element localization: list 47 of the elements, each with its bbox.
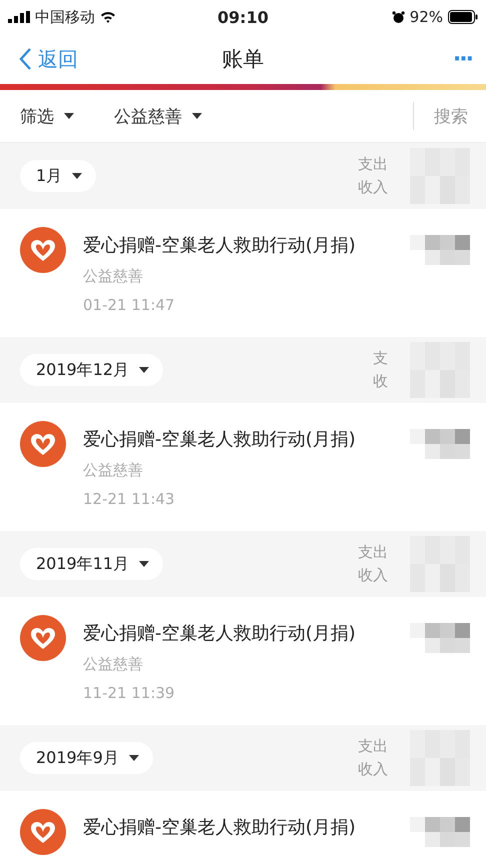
transaction-title: 爱心捐赠-空巢老人救助行动(月捐) bbox=[83, 622, 356, 646]
dropdown-caret-icon bbox=[192, 113, 202, 119]
alarm-icon bbox=[392, 10, 405, 24]
battery-icon bbox=[448, 10, 478, 24]
status-time: 09:10 bbox=[218, 8, 268, 26]
pixelated-redaction bbox=[410, 817, 470, 847]
pixelated-redaction bbox=[410, 429, 470, 459]
heart-logo-icon bbox=[20, 227, 66, 273]
battery-percent: 92% bbox=[410, 8, 443, 26]
wifi-icon bbox=[100, 11, 116, 23]
heart-logo-icon bbox=[20, 421, 66, 467]
pixelated-redaction bbox=[410, 235, 470, 265]
filter-dropdown[interactable]: 筛选 bbox=[20, 104, 74, 128]
expense-label: 支 bbox=[373, 348, 388, 369]
month-picker[interactable]: 2019年12月 bbox=[20, 354, 164, 386]
income-label: 收入 bbox=[358, 565, 388, 586]
month-picker[interactable]: 1月 bbox=[20, 160, 96, 192]
dropdown-caret-icon bbox=[128, 755, 139, 761]
transaction-title: 爱心捐赠-空巢老人救助行动(月捐) bbox=[83, 234, 356, 258]
month-picker[interactable]: 2019年11月 bbox=[20, 548, 164, 580]
transaction-title: 爱心捐赠-空巢老人救助行动(月捐) bbox=[83, 816, 356, 840]
pixelated-redaction bbox=[410, 623, 470, 653]
page-title: 账单 bbox=[222, 46, 264, 73]
back-chevron-icon bbox=[18, 47, 32, 71]
income-label: 收入 bbox=[358, 759, 388, 780]
transaction-category: 公益慈善 bbox=[83, 267, 144, 286]
filter-dropdown[interactable]: 公益慈善 bbox=[114, 104, 202, 128]
transaction-category: 公益慈善 bbox=[83, 461, 144, 480]
transaction-title: 爱心捐赠-空巢老人救助行动(月捐) bbox=[83, 428, 356, 452]
month-picker[interactable]: 2019年9月 bbox=[20, 742, 153, 774]
dropdown-caret-icon bbox=[64, 113, 74, 119]
expense-label: 支出 bbox=[358, 736, 388, 757]
expense-label: 支出 bbox=[358, 154, 388, 175]
income-label: 收入 bbox=[358, 177, 388, 198]
carrier-name: 中国移动 bbox=[35, 8, 95, 26]
signal-icon bbox=[8, 11, 30, 23]
transaction-time: 01-21 11:47 bbox=[83, 296, 176, 314]
transaction-category: 公益慈善 bbox=[83, 655, 144, 674]
heart-logo-icon bbox=[20, 615, 66, 661]
dropdown-caret-icon bbox=[139, 561, 150, 567]
dropdown-caret-icon bbox=[72, 173, 82, 179]
transaction-time: 12-21 11:43 bbox=[83, 490, 176, 508]
income-label: 收 bbox=[373, 371, 388, 392]
heart-logo-icon bbox=[20, 809, 66, 855]
dropdown-caret-icon bbox=[139, 367, 150, 373]
transaction-time: 11-21 11:39 bbox=[83, 684, 176, 702]
expense-label: 支出 bbox=[358, 542, 388, 563]
